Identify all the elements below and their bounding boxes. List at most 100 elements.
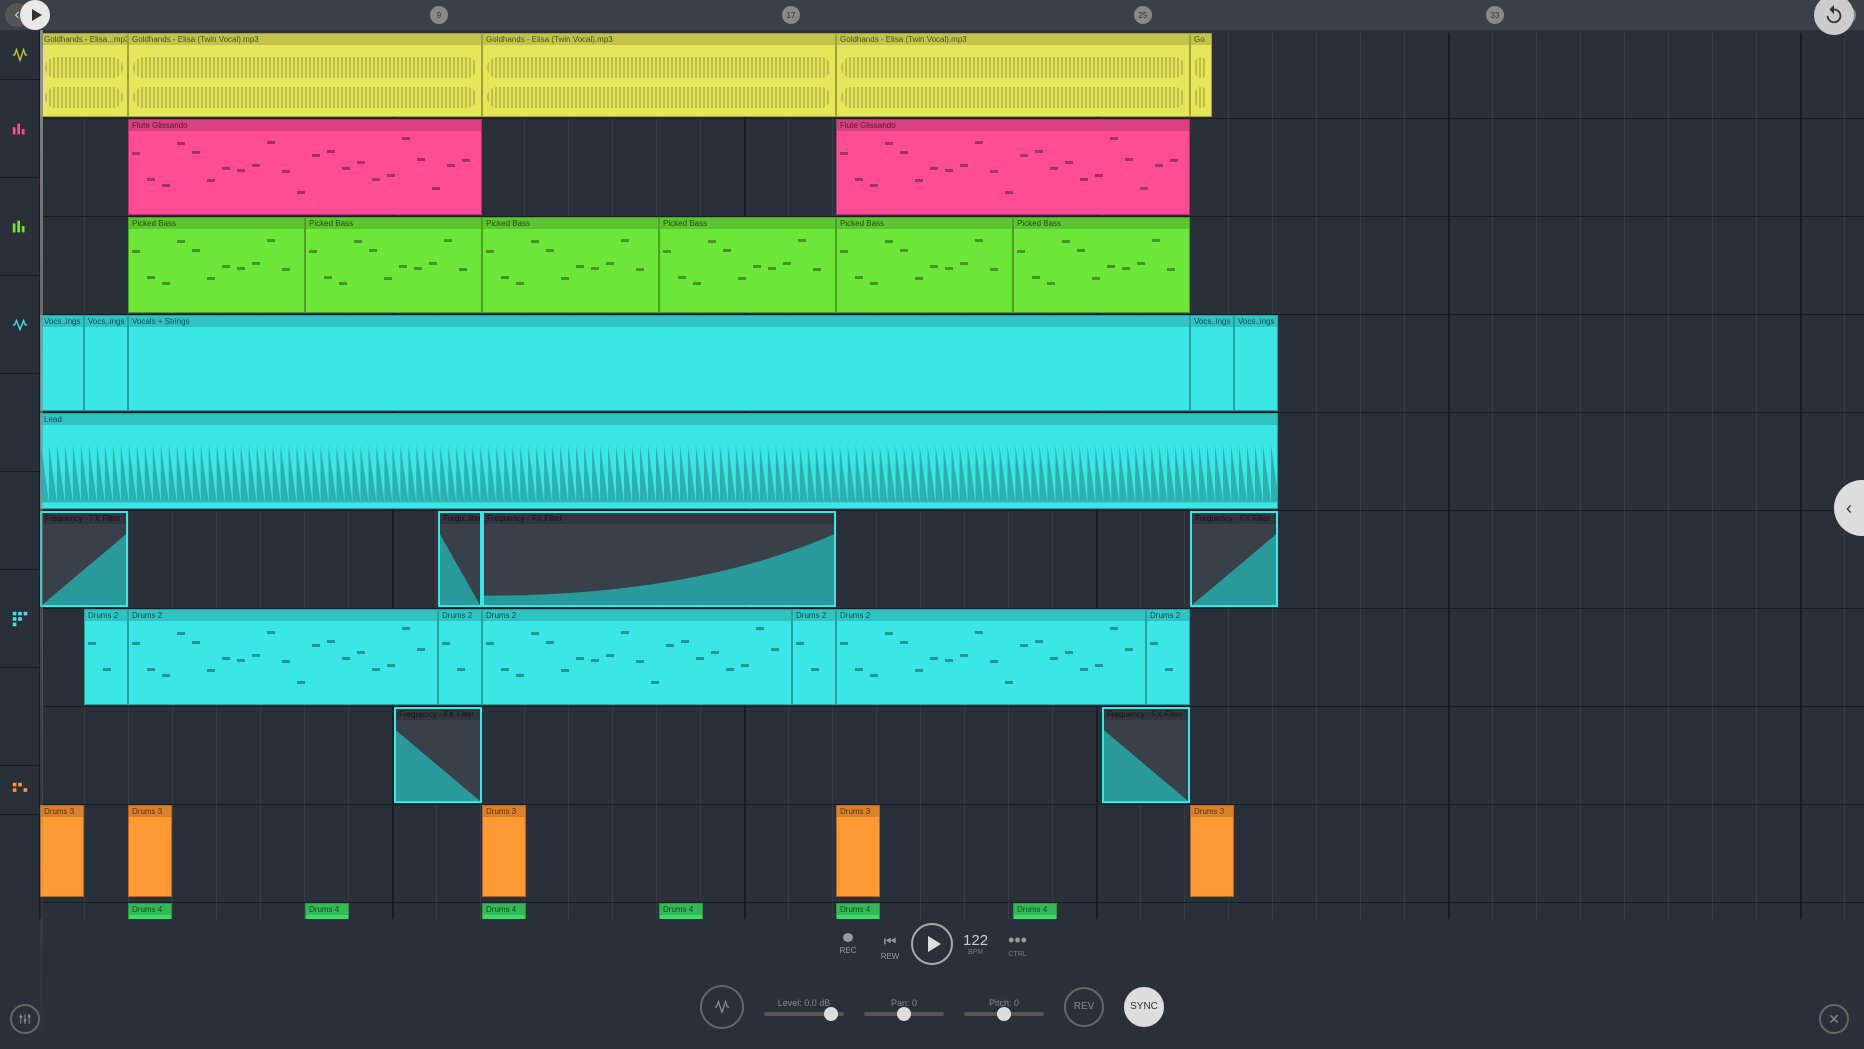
track-header-vocals[interactable] [0,276,40,374]
clip[interactable]: Drums 4 [128,903,172,919]
track-row[interactable]: Flute Glissando Flute Glissando [40,119,1864,217]
clip[interactable]: Frequency - FX Filter [40,511,128,607]
clip[interactable]: Picked Bass [128,217,305,313]
track-row[interactable]: Vocs..ingsVocs..ingsVocals + StringsVocs… [40,315,1864,413]
clip[interactable]: Picked Bass [482,217,659,313]
track-header-lead[interactable] [0,374,40,472]
track-header-flute[interactable] [0,80,40,178]
clip[interactable]: Drums 2 [836,609,1146,705]
clip[interactable]: Picked Bass [836,217,1013,313]
timeline-ruler[interactable]: 9 17 25 33 41 [40,0,1864,30]
clip-label: Picked Bass [660,218,835,229]
track-row[interactable]: Drums 3 Drums 3 Drums 3 Drums 3 Drums 3 [40,805,1864,903]
clip[interactable]: Frequency - FX Filter [394,707,482,803]
track-row[interactable]: Frequency - FX Filter Frequ..ilter Frequen… [40,511,1864,609]
clip[interactable]: Goldhands - Elisa (Twin Vocal).mp3 [482,33,836,117]
close-button[interactable]: ✕ [1819,1004,1849,1034]
timeline-marker[interactable]: 9 [430,6,448,24]
clip-label: Vocals + Strings [129,316,1189,327]
clip[interactable]: Picked Bass [659,217,836,313]
record-button[interactable]: REC [837,933,859,955]
clip[interactable]: Frequ..ilter [438,511,482,607]
clip[interactable]: Drums 2 [1146,609,1190,705]
track-row[interactable]: Picked BassPicked BassPicked BassPicked … [40,217,1864,315]
track-header-audio[interactable] [0,30,40,80]
transport-play-button[interactable] [911,923,953,965]
track-header-bass[interactable] [0,178,40,276]
clip[interactable]: Flute Glissando [128,119,482,215]
clip-label: Drums 4 [306,904,348,915]
rec-label: REC [840,946,857,955]
more-button[interactable]: •••CTRL [1008,930,1027,958]
timeline-marker[interactable]: 17 [782,6,800,24]
clip[interactable]: Drums 3 [1190,805,1234,897]
clip[interactable]: Drums 4 [305,903,349,919]
clip-label: Drums 4 [1014,904,1056,915]
clip[interactable]: Drums 4 [659,903,703,919]
clip-label: Goldhands - Elisa (Twin Vocal).mp3 [837,34,1189,45]
clip-label: Drums 2 [837,610,1145,621]
bpm-display[interactable]: 122BPM [963,932,988,956]
clip[interactable]: Drums 3 [128,805,172,897]
mixer-button[interactable] [10,1004,40,1034]
track-row[interactable]: Drums 4 Drums 4 Drums 4 Drums 4 Drums 4 Drums… [40,903,1864,919]
clip[interactable]: Goldhands - Elisa (Twin Vocal).mp3 [128,33,482,117]
clip[interactable]: Drums 2 [482,609,792,705]
clip[interactable]: Frequency - FX Filter [482,511,836,607]
track-header-drums3[interactable] [0,766,40,815]
clip[interactable]: Drums 4 [836,903,880,919]
clip[interactable]: Go [1190,33,1212,117]
timeline-marker[interactable]: 33 [1486,6,1504,24]
clip-label: Drums 2 [439,610,481,621]
track-row[interactable]: Goldhands - Elisa...mp3Goldhands - Elisa… [40,33,1864,119]
clip[interactable]: Vocs..ings [40,315,84,411]
track-header-filter1[interactable] [0,472,40,570]
pan-slider[interactable]: Pan: 0 [864,998,944,1016]
clip[interactable]: Drums 2 [438,609,482,705]
clip[interactable]: Picked Bass [305,217,482,313]
clip-controls: Level: 0.0 dB Pan: 0 Pitch: 0 REV SYNC [0,979,1864,1034]
clip[interactable]: Picked Bass [1013,217,1190,313]
clip[interactable]: Frequency - FX Filter [1102,707,1190,803]
clip[interactable]: Drums 3 [40,805,84,897]
clip[interactable]: Goldhands - Elisa...mp3 [40,33,128,117]
track-row[interactable]: Lead [40,413,1864,511]
clip[interactable]: Flute Glissando [836,119,1190,215]
clip[interactable]: Drums 3 [482,805,526,897]
clip-label: Frequency - FX Filter [484,513,834,524]
track-row[interactable]: Drums 2Drums 2Drums 2Drums 2Drums 2Drums… [40,609,1864,707]
clip-label: Flute Glissando [129,120,481,131]
track-row[interactable]: Frequency - FX Filter Frequency - FX Filt… [40,707,1864,805]
clip[interactable]: Frequency - FX Filter [1190,511,1278,607]
clip-label: Picked Bass [1014,218,1189,229]
playlist-tracks[interactable]: Goldhands - Elisa...mp3Goldhands - Elisa… [40,33,1864,919]
clip-label: Go [1191,34,1211,45]
rewind-button[interactable]: ⏮REW [879,933,901,955]
clip[interactable]: Lead [40,413,1278,509]
clip[interactable]: Vocs..ings [1190,315,1234,411]
clip[interactable]: Drums 4 [482,903,526,919]
timeline-marker[interactable]: 25 [1134,6,1152,24]
clip-label: Vocs..ings [85,316,127,327]
clip[interactable]: Vocs..ings [84,315,128,411]
clip[interactable]: Drums 3 [836,805,880,897]
sync-button[interactable]: SYNC [1124,987,1164,1027]
clip-label: Goldhands - Elisa...mp3 [41,34,127,45]
reverse-button[interactable]: REV [1064,987,1104,1027]
clip-label: Frequency - FX Filter [1104,709,1188,720]
clip-label: Lead [41,414,1277,425]
clip[interactable]: Vocals + Strings [128,315,1190,411]
track-header-filter2[interactable] [0,668,40,766]
clip-label: Frequ..ilter [440,513,480,524]
clip[interactable]: Goldhands - Elisa (Twin Vocal).mp3 [836,33,1190,117]
clip-label: Frequency - FX Filter [42,513,126,524]
clip[interactable]: Vocs..ings [1234,315,1278,411]
waveform-button[interactable] [700,985,744,1029]
pitch-slider[interactable]: Pitch: 0 [964,998,1044,1016]
track-header-drums2[interactable] [0,570,40,668]
clip[interactable]: Drums 4 [1013,903,1057,919]
clip[interactable]: Drums 2 [84,609,128,705]
clip[interactable]: Drums 2 [792,609,836,705]
level-slider[interactable]: Level: 0.0 dB [764,998,844,1016]
clip[interactable]: Drums 2 [128,609,438,705]
